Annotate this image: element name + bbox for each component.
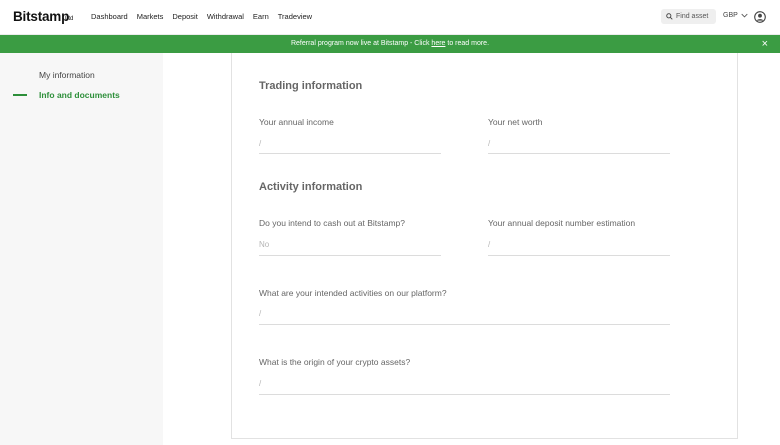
cash-out-value: No xyxy=(259,240,270,249)
intended-activities-value: / xyxy=(259,309,262,318)
net-worth-underline xyxy=(488,153,670,154)
banner-text-before: Referral program now live at Bitstamp - … xyxy=(290,40,432,47)
crypto-origin-underline xyxy=(259,394,670,395)
main-nav: Dashboard Markets Deposit Withdrawal Ear… xyxy=(91,12,312,21)
asset-search[interactable]: Find asset xyxy=(661,9,716,24)
activity-section-title: Activity information xyxy=(259,181,363,193)
crypto-origin-value: / xyxy=(259,379,262,388)
annual-income-underline xyxy=(259,153,441,154)
deposit-estimation-underline xyxy=(488,255,670,256)
annual-income-value: / xyxy=(259,139,262,148)
deposit-estimation-value: / xyxy=(488,240,491,249)
trading-section-title: Trading information xyxy=(259,80,363,92)
nav-deposit[interactable]: Deposit xyxy=(172,12,197,21)
crypto-origin-label: What is the origin of your crypto assets… xyxy=(259,357,411,367)
close-icon[interactable]: × xyxy=(762,35,768,53)
nav-dashboard[interactable]: Dashboard xyxy=(91,12,128,21)
sidebar-item-my-information[interactable]: My information xyxy=(39,70,95,80)
currency-label: GBP xyxy=(723,12,738,19)
annual-income-label: Your annual income xyxy=(259,117,334,127)
nav-markets[interactable]: Markets xyxy=(137,12,164,21)
user-account-icon[interactable] xyxy=(754,11,766,23)
net-worth-label: Your net worth xyxy=(488,117,543,127)
intended-activities-underline xyxy=(259,324,670,325)
main-content: Trading information Your annual income /… xyxy=(163,53,780,445)
top-navigation-bar: Bitstamp Ltd Dashboard Markets Deposit W… xyxy=(0,0,780,35)
brand-logo[interactable]: Bitstamp xyxy=(13,9,69,24)
search-placeholder: Find asset xyxy=(676,13,709,20)
active-indicator xyxy=(13,94,27,96)
profile-sidebar: My information Info and documents xyxy=(0,53,163,445)
nav-tradeview[interactable]: Tradeview xyxy=(278,12,312,21)
banner-text-after: to read more. xyxy=(445,40,490,47)
sidebar-item-info-and-documents[interactable]: Info and documents xyxy=(39,90,120,100)
nav-earn[interactable]: Earn xyxy=(253,12,269,21)
info-card: Trading information Your annual income /… xyxy=(231,53,738,439)
brand-suffix: Ltd xyxy=(65,16,74,22)
intended-activities-label: What are your intended activities on our… xyxy=(259,288,447,298)
cash-out-label: Do you intend to cash out at Bitstamp? xyxy=(259,218,406,228)
chevron-down-icon xyxy=(741,13,748,18)
net-worth-value: / xyxy=(488,139,491,148)
referral-banner: Referral program now live at Bitstamp - … xyxy=(0,35,780,53)
nav-withdrawal[interactable]: Withdrawal xyxy=(207,12,244,21)
cash-out-underline xyxy=(259,255,441,256)
currency-selector[interactable]: GBP xyxy=(723,12,748,19)
search-icon xyxy=(666,13,673,20)
deposit-estimation-label: Your annual deposit number estimation xyxy=(488,218,636,228)
banner-link[interactable]: here xyxy=(431,40,445,47)
